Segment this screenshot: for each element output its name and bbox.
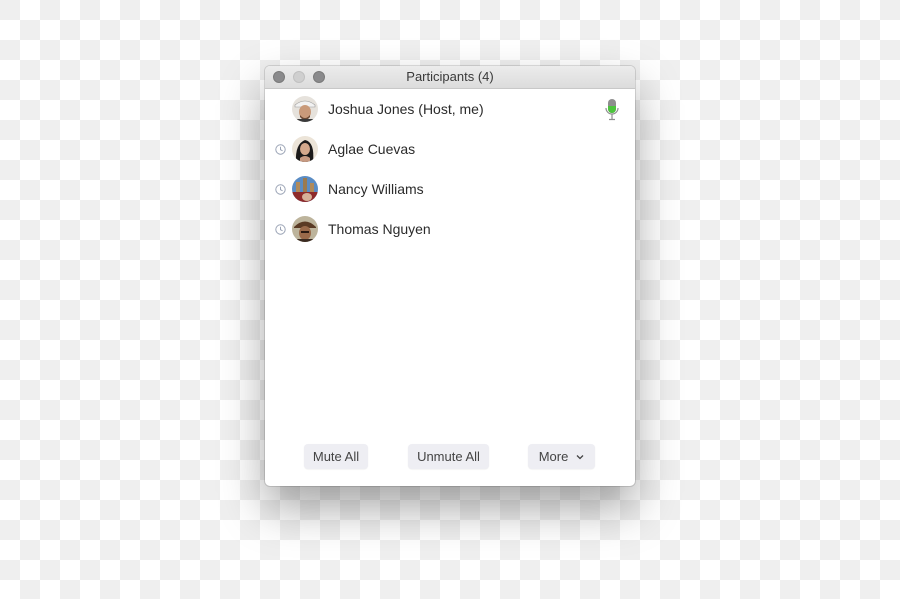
avatar xyxy=(292,176,318,202)
participants-window: Participants (4) Joshua Jones (Host, me) xyxy=(265,66,635,486)
more-label: More xyxy=(538,449,569,464)
avatar xyxy=(292,96,318,122)
mute-all-button[interactable]: Mute All xyxy=(304,444,368,469)
participant-row[interactable]: Thomas Nguyen xyxy=(265,209,635,249)
clock-icon xyxy=(275,143,286,155)
participant-row[interactable]: Nancy Williams xyxy=(265,169,635,209)
participant-name: Joshua Jones (Host, me) xyxy=(328,101,484,117)
participant-row[interactable]: Aglae Cuevas xyxy=(265,129,635,169)
window-title: Participants (4) xyxy=(406,69,494,84)
footer-toolbar: Mute All Unmute All More xyxy=(265,444,635,470)
avatar xyxy=(292,216,318,242)
chevron-down-icon xyxy=(576,454,584,459)
unmute-all-button[interactable]: Unmute All xyxy=(408,444,489,469)
participant-name: Thomas Nguyen xyxy=(328,221,431,237)
clock-icon xyxy=(275,183,286,195)
mic-active-icon[interactable] xyxy=(605,99,619,121)
avatar xyxy=(292,136,318,162)
participant-row[interactable]: Joshua Jones (Host, me) xyxy=(265,89,635,129)
clock-icon xyxy=(275,223,286,235)
more-button[interactable]: More xyxy=(528,444,595,469)
title-bar[interactable]: Participants (4) xyxy=(265,66,635,89)
participant-name: Nancy Williams xyxy=(328,181,424,197)
participant-name: Aglae Cuevas xyxy=(328,141,416,157)
